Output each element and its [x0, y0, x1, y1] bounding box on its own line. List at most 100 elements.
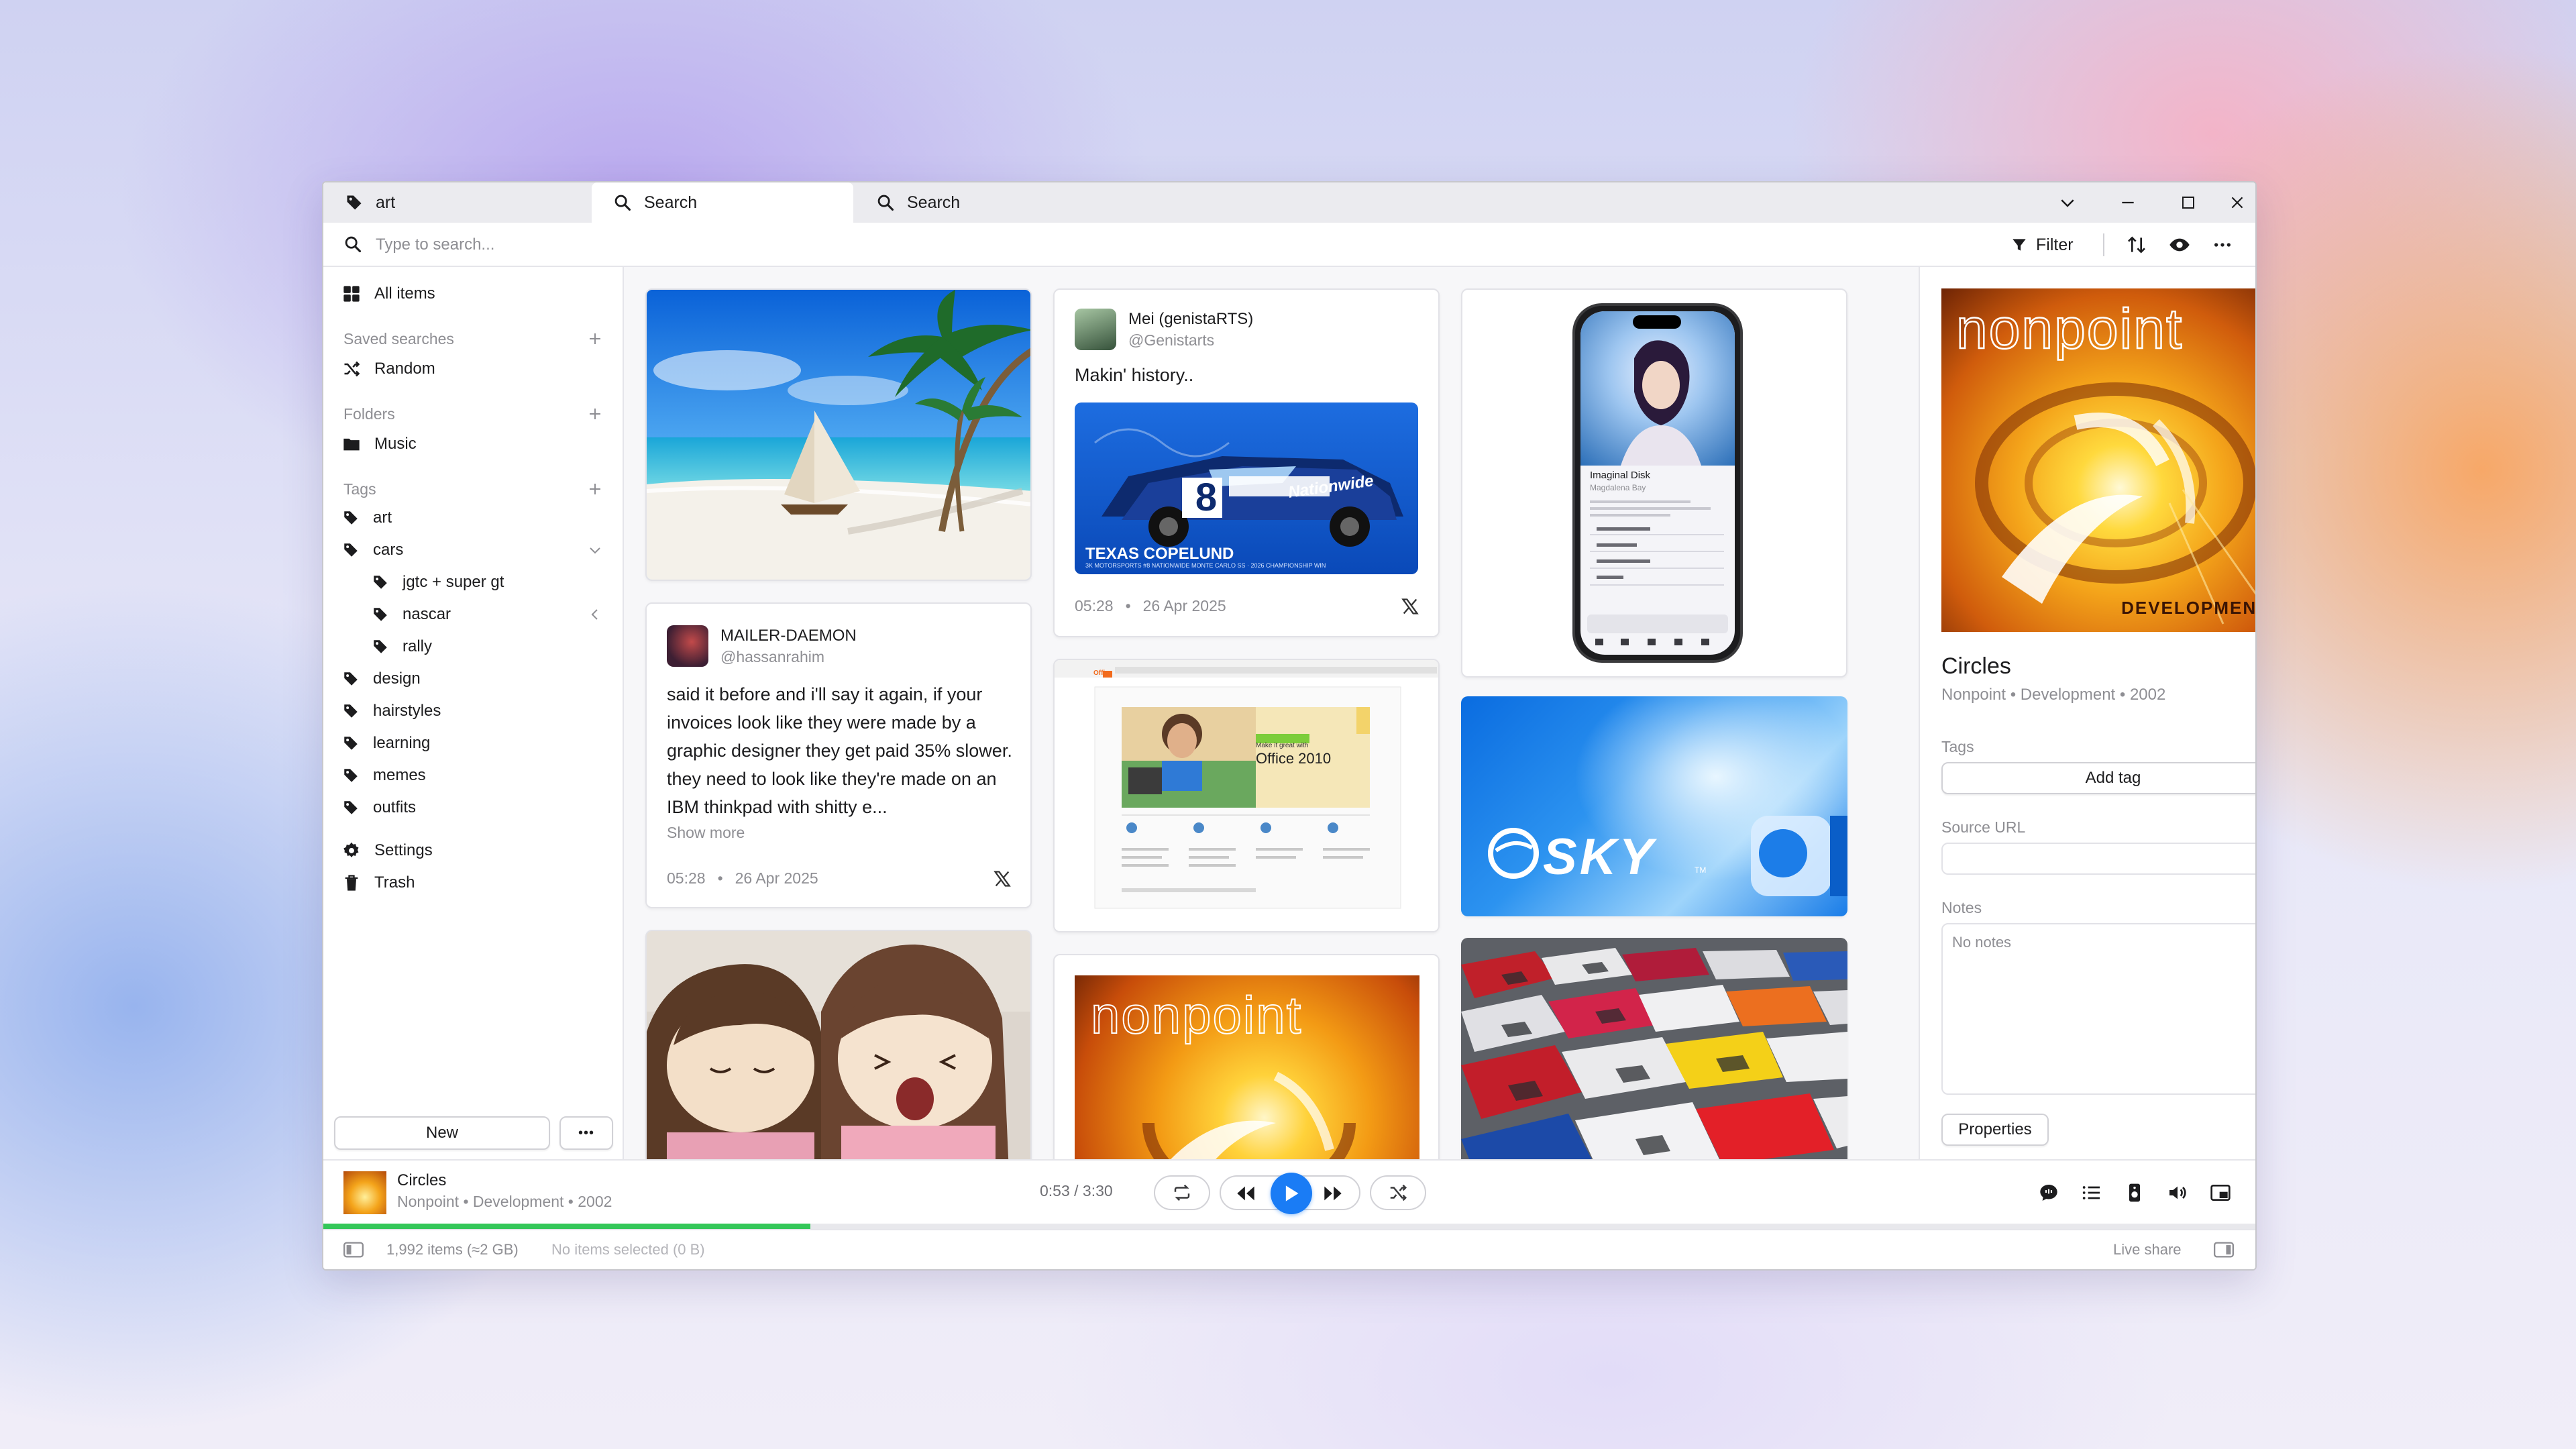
item-card-tweet-mailer-daemon[interactable]: MAILER-DAEMON @hassanrahim said it befor… — [645, 602, 1032, 908]
tweet-image-subcaption: 3K MOTORSPORTS #8 NATIONWIDE MONTE CARLO… — [1085, 562, 1326, 569]
sidebar-item-label: learning — [373, 734, 431, 752]
sidebar-more-button[interactable]: ••• — [559, 1116, 613, 1150]
trash-icon — [342, 873, 361, 892]
dot-separator: • — [1125, 597, 1131, 614]
repeat-button[interactable] — [1154, 1175, 1210, 1210]
sky-logo: SKY — [1543, 828, 1656, 885]
maximize-button[interactable] — [2158, 182, 2218, 223]
selection-info: No items selected (0 B) — [551, 1241, 705, 1258]
tab-art[interactable]: art — [323, 182, 592, 223]
tag-icon — [342, 702, 360, 720]
search-input[interactable] — [374, 231, 1182, 259]
queue-icon[interactable] — [2081, 1182, 2102, 1203]
dot-separator: • — [717, 869, 723, 887]
tab-search-active[interactable]: Search — [592, 182, 853, 223]
previous-icon[interactable] — [1236, 1185, 1256, 1202]
details-toggle-icon[interactable] — [2214, 1241, 2234, 1258]
view-button[interactable] — [2164, 232, 2195, 258]
sidebar-tag-outfits[interactable]: outfits — [342, 793, 416, 822]
add-folder-button[interactable] — [585, 404, 605, 424]
volume-icon[interactable] — [2167, 1182, 2188, 1203]
folder-icon — [342, 435, 361, 453]
tag-icon — [342, 670, 360, 688]
shuffle-icon — [342, 360, 361, 378]
plus-icon — [587, 331, 603, 347]
sidebar-tag-hairstyles[interactable]: hairstyles — [342, 696, 441, 726]
search-icon — [343, 235, 362, 254]
mini-player-icon[interactable] — [2210, 1182, 2231, 1203]
tab-label: Search — [907, 193, 961, 212]
minimize-button[interactable] — [2098, 182, 2158, 223]
sidebar-item-trash[interactable]: Trash — [342, 868, 415, 898]
tag-icon — [372, 638, 389, 655]
item-card-plushies[interactable] — [645, 930, 1032, 1159]
shuffle-button[interactable] — [1370, 1175, 1426, 1210]
sidebar-tag-learning[interactable]: learning — [342, 729, 430, 758]
sidebar-toggle-icon[interactable] — [343, 1241, 364, 1258]
show-more-link[interactable]: Show more — [667, 824, 745, 842]
next-icon[interactable] — [1323, 1185, 1343, 1202]
album-art-caption: DEVELOPMENT — [2121, 598, 2257, 618]
item-card-beach[interactable] — [645, 288, 1032, 581]
expand-nascar-toggle[interactable] — [585, 604, 605, 625]
speaker-device-icon[interactable] — [2124, 1182, 2145, 1203]
beach-image — [647, 290, 1030, 580]
folders-header: Folders — [343, 405, 395, 423]
close-button[interactable] — [2218, 182, 2255, 223]
filter-button[interactable]: Filter — [2010, 232, 2074, 258]
tweet-date: 26 Apr 2025 — [1142, 597, 1226, 614]
x-logo-icon[interactable] — [993, 869, 1012, 888]
tweet-image-caption: TEXAS COPELUND — [1085, 545, 1234, 563]
chevron-left-icon — [587, 606, 603, 623]
tab-search[interactable]: Search — [855, 182, 1116, 223]
sidebar-item-music[interactable]: Music — [342, 429, 417, 459]
tag-icon — [342, 509, 360, 527]
tags-label: Tags — [1941, 738, 1974, 755]
item-card-sky[interactable]: SKY TM — [1461, 696, 1847, 916]
sidebar-item-settings[interactable]: Settings — [342, 836, 433, 865]
phone-album-art — [1580, 311, 1735, 466]
notes-label: Notes — [1941, 899, 1982, 916]
more-options-button[interactable] — [2207, 232, 2238, 258]
item-card-office-website[interactable]: Office Make it great with Office 2010 — [1053, 659, 1440, 932]
item-card-tweet-mei[interactable]: Mei (genistaRTS) @Genistarts Makin' hist… — [1053, 288, 1440, 637]
add-saved-search-button[interactable] — [585, 329, 605, 349]
sidebar-item-label: Music — [374, 435, 417, 453]
sidebar-tag-rally[interactable]: rally — [372, 632, 432, 661]
play-button[interactable] — [1271, 1173, 1312, 1214]
chevron-down-icon — [587, 542, 603, 558]
sidebar-tag-art[interactable]: art — [342, 503, 392, 533]
sort-button[interactable] — [2121, 232, 2152, 258]
sidebar-tag-design[interactable]: design — [342, 664, 421, 694]
item-card-race-cars[interactable] — [1461, 938, 1847, 1159]
transport-controls — [1220, 1173, 1360, 1214]
properties-button[interactable]: Properties — [1941, 1114, 2049, 1146]
tweet-time: 05:28 — [667, 869, 706, 887]
live-share-label[interactable]: Live share — [2113, 1241, 2182, 1258]
sidebar-item-random[interactable]: Random — [342, 354, 435, 384]
playback-progress[interactable] — [323, 1224, 2255, 1229]
sidebar-tag-jgtc[interactable]: jgtc + super gt — [372, 568, 504, 597]
sidebar-item-all-items[interactable]: All items — [342, 279, 435, 309]
add-tag-button[interactable] — [585, 479, 605, 499]
tab-list-button[interactable] — [2037, 182, 2098, 223]
sidebar-tag-cars[interactable]: cars — [342, 535, 403, 565]
source-url-input[interactable] — [1941, 843, 2255, 875]
item-card-phone-screenshot[interactable]: Imaginal Disk Magdalena Bay — [1461, 288, 1847, 678]
collapse-cars-toggle[interactable] — [585, 540, 605, 560]
sidebar-tag-memes[interactable]: memes — [342, 761, 426, 790]
sidebar-tag-nascar[interactable]: nascar — [372, 600, 451, 629]
office-ad-line1: Make it great with — [1256, 742, 1309, 749]
item-card-nonpoint-album[interactable]: nonpoint — [1053, 954, 1440, 1159]
sidebar-item-label: design — [373, 669, 421, 688]
new-button[interactable]: New — [334, 1116, 550, 1150]
sidebar-item-label: cars — [373, 541, 404, 559]
notes-textarea[interactable]: No notes — [1941, 923, 2255, 1095]
tweet-meta: 05:28 • 26 Apr 2025 — [1075, 597, 1226, 615]
close-icon — [2229, 194, 2246, 211]
lyrics-icon[interactable] — [2038, 1182, 2059, 1203]
player-album-art[interactable] — [343, 1171, 386, 1214]
tweet-author-handle: @Genistarts — [1128, 331, 1215, 349]
x-logo-icon[interactable] — [1401, 597, 1419, 616]
add-tag-button[interactable]: Add tag — [1941, 762, 2255, 794]
